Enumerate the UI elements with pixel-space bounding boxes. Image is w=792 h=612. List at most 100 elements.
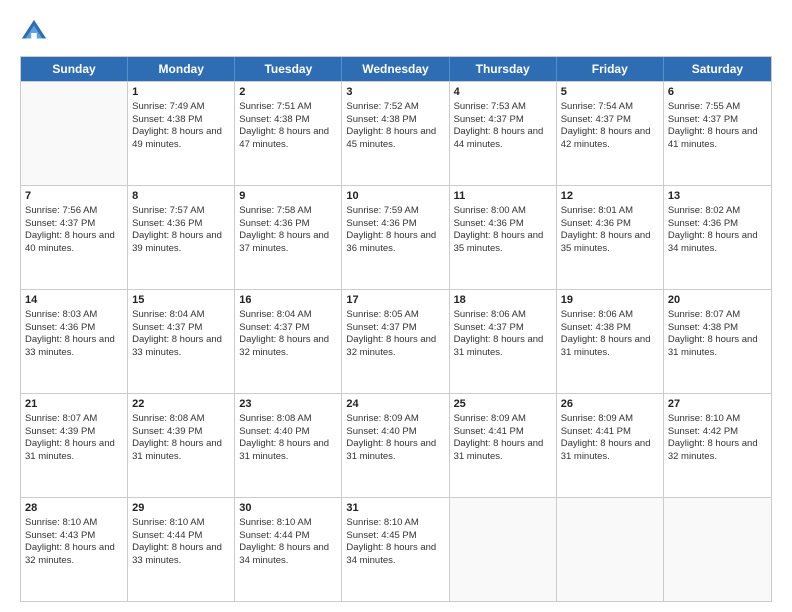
day-number: 21 xyxy=(25,397,123,412)
day-number: 23 xyxy=(239,397,337,412)
day-number: 25 xyxy=(454,397,552,412)
calendar-header-saturday: Saturday xyxy=(664,57,771,81)
calendar-header-monday: Monday xyxy=(128,57,235,81)
calendar-cell xyxy=(557,498,664,601)
day-info: Sunrise: 8:10 AMSunset: 4:44 PMDaylight:… xyxy=(132,517,222,566)
day-number: 14 xyxy=(25,293,123,308)
day-info: Sunrise: 8:00 AMSunset: 4:36 PMDaylight:… xyxy=(454,205,544,254)
day-number: 5 xyxy=(561,85,659,100)
day-number: 1 xyxy=(132,85,230,100)
day-number: 29 xyxy=(132,501,230,516)
calendar-header-row: SundayMondayTuesdayWednesdayThursdayFrid… xyxy=(21,57,771,81)
day-number: 7 xyxy=(25,189,123,204)
calendar-cell: 15Sunrise: 8:04 AMSunset: 4:37 PMDayligh… xyxy=(128,290,235,393)
day-info: Sunrise: 7:53 AMSunset: 4:37 PMDaylight:… xyxy=(454,101,544,150)
day-number: 12 xyxy=(561,189,659,204)
day-info: Sunrise: 7:57 AMSunset: 4:36 PMDaylight:… xyxy=(132,205,222,254)
day-number: 9 xyxy=(239,189,337,204)
calendar-week-5: 28Sunrise: 8:10 AMSunset: 4:43 PMDayligh… xyxy=(21,497,771,601)
day-number: 11 xyxy=(454,189,552,204)
calendar-cell: 17Sunrise: 8:05 AMSunset: 4:37 PMDayligh… xyxy=(342,290,449,393)
day-number: 31 xyxy=(346,501,444,516)
calendar-week-3: 14Sunrise: 8:03 AMSunset: 4:36 PMDayligh… xyxy=(21,289,771,393)
calendar-cell: 9Sunrise: 7:58 AMSunset: 4:36 PMDaylight… xyxy=(235,186,342,289)
header xyxy=(20,18,772,46)
day-info: Sunrise: 7:56 AMSunset: 4:37 PMDaylight:… xyxy=(25,205,115,254)
calendar-cell: 5Sunrise: 7:54 AMSunset: 4:37 PMDaylight… xyxy=(557,82,664,185)
calendar-cell: 2Sunrise: 7:51 AMSunset: 4:38 PMDaylight… xyxy=(235,82,342,185)
day-info: Sunrise: 8:03 AMSunset: 4:36 PMDaylight:… xyxy=(25,309,115,358)
day-number: 10 xyxy=(346,189,444,204)
calendar-cell: 20Sunrise: 8:07 AMSunset: 4:38 PMDayligh… xyxy=(664,290,771,393)
day-info: Sunrise: 7:51 AMSunset: 4:38 PMDaylight:… xyxy=(239,101,329,150)
day-info: Sunrise: 7:59 AMSunset: 4:36 PMDaylight:… xyxy=(346,205,436,254)
day-number: 26 xyxy=(561,397,659,412)
day-info: Sunrise: 8:02 AMSunset: 4:36 PMDaylight:… xyxy=(668,205,758,254)
calendar-body: 1Sunrise: 7:49 AMSunset: 4:38 PMDaylight… xyxy=(21,81,771,601)
calendar-cell: 4Sunrise: 7:53 AMSunset: 4:37 PMDaylight… xyxy=(450,82,557,185)
calendar-header-sunday: Sunday xyxy=(21,57,128,81)
logo-icon xyxy=(20,18,48,46)
calendar-cell xyxy=(664,498,771,601)
day-info: Sunrise: 8:09 AMSunset: 4:40 PMDaylight:… xyxy=(346,413,436,462)
day-number: 24 xyxy=(346,397,444,412)
day-info: Sunrise: 8:10 AMSunset: 4:42 PMDaylight:… xyxy=(668,413,758,462)
day-number: 19 xyxy=(561,293,659,308)
day-number: 22 xyxy=(132,397,230,412)
calendar-week-4: 21Sunrise: 8:07 AMSunset: 4:39 PMDayligh… xyxy=(21,393,771,497)
calendar-week-2: 7Sunrise: 7:56 AMSunset: 4:37 PMDaylight… xyxy=(21,185,771,289)
day-info: Sunrise: 8:09 AMSunset: 4:41 PMDaylight:… xyxy=(561,413,651,462)
calendar-header-thursday: Thursday xyxy=(450,57,557,81)
day-info: Sunrise: 8:08 AMSunset: 4:40 PMDaylight:… xyxy=(239,413,329,462)
calendar-header-tuesday: Tuesday xyxy=(235,57,342,81)
calendar-cell: 14Sunrise: 8:03 AMSunset: 4:36 PMDayligh… xyxy=(21,290,128,393)
calendar-cell: 7Sunrise: 7:56 AMSunset: 4:37 PMDaylight… xyxy=(21,186,128,289)
calendar-cell: 12Sunrise: 8:01 AMSunset: 4:36 PMDayligh… xyxy=(557,186,664,289)
day-number: 20 xyxy=(668,293,767,308)
day-number: 30 xyxy=(239,501,337,516)
page: SundayMondayTuesdayWednesdayThursdayFrid… xyxy=(0,0,792,612)
calendar-cell: 26Sunrise: 8:09 AMSunset: 4:41 PMDayligh… xyxy=(557,394,664,497)
day-number: 3 xyxy=(346,85,444,100)
day-number: 4 xyxy=(454,85,552,100)
calendar-cell: 19Sunrise: 8:06 AMSunset: 4:38 PMDayligh… xyxy=(557,290,664,393)
day-number: 2 xyxy=(239,85,337,100)
calendar-cell xyxy=(21,82,128,185)
calendar-cell: 16Sunrise: 8:04 AMSunset: 4:37 PMDayligh… xyxy=(235,290,342,393)
calendar-cell: 25Sunrise: 8:09 AMSunset: 4:41 PMDayligh… xyxy=(450,394,557,497)
day-number: 28 xyxy=(25,501,123,516)
day-number: 6 xyxy=(668,85,767,100)
day-info: Sunrise: 8:04 AMSunset: 4:37 PMDaylight:… xyxy=(132,309,222,358)
calendar-cell: 23Sunrise: 8:08 AMSunset: 4:40 PMDayligh… xyxy=(235,394,342,497)
calendar-cell: 13Sunrise: 8:02 AMSunset: 4:36 PMDayligh… xyxy=(664,186,771,289)
day-number: 8 xyxy=(132,189,230,204)
day-info: Sunrise: 7:55 AMSunset: 4:37 PMDaylight:… xyxy=(668,101,758,150)
calendar-header-wednesday: Wednesday xyxy=(342,57,449,81)
calendar-cell: 11Sunrise: 8:00 AMSunset: 4:36 PMDayligh… xyxy=(450,186,557,289)
day-number: 13 xyxy=(668,189,767,204)
day-info: Sunrise: 8:07 AMSunset: 4:38 PMDaylight:… xyxy=(668,309,758,358)
calendar-cell: 21Sunrise: 8:07 AMSunset: 4:39 PMDayligh… xyxy=(21,394,128,497)
calendar-cell xyxy=(450,498,557,601)
calendar-cell: 28Sunrise: 8:10 AMSunset: 4:43 PMDayligh… xyxy=(21,498,128,601)
day-number: 17 xyxy=(346,293,444,308)
calendar-cell: 3Sunrise: 7:52 AMSunset: 4:38 PMDaylight… xyxy=(342,82,449,185)
day-info: Sunrise: 7:49 AMSunset: 4:38 PMDaylight:… xyxy=(132,101,222,150)
day-info: Sunrise: 8:10 AMSunset: 4:45 PMDaylight:… xyxy=(346,517,436,566)
calendar-cell: 1Sunrise: 7:49 AMSunset: 4:38 PMDaylight… xyxy=(128,82,235,185)
day-info: Sunrise: 8:05 AMSunset: 4:37 PMDaylight:… xyxy=(346,309,436,358)
calendar: SundayMondayTuesdayWednesdayThursdayFrid… xyxy=(20,56,772,602)
calendar-cell: 22Sunrise: 8:08 AMSunset: 4:39 PMDayligh… xyxy=(128,394,235,497)
day-number: 18 xyxy=(454,293,552,308)
day-info: Sunrise: 7:52 AMSunset: 4:38 PMDaylight:… xyxy=(346,101,436,150)
calendar-cell: 10Sunrise: 7:59 AMSunset: 4:36 PMDayligh… xyxy=(342,186,449,289)
calendar-cell: 27Sunrise: 8:10 AMSunset: 4:42 PMDayligh… xyxy=(664,394,771,497)
day-number: 16 xyxy=(239,293,337,308)
day-info: Sunrise: 8:10 AMSunset: 4:43 PMDaylight:… xyxy=(25,517,115,566)
day-info: Sunrise: 8:09 AMSunset: 4:41 PMDaylight:… xyxy=(454,413,544,462)
logo xyxy=(20,18,52,46)
day-info: Sunrise: 8:04 AMSunset: 4:37 PMDaylight:… xyxy=(239,309,329,358)
day-number: 15 xyxy=(132,293,230,308)
calendar-header-friday: Friday xyxy=(557,57,664,81)
day-info: Sunrise: 8:07 AMSunset: 4:39 PMDaylight:… xyxy=(25,413,115,462)
